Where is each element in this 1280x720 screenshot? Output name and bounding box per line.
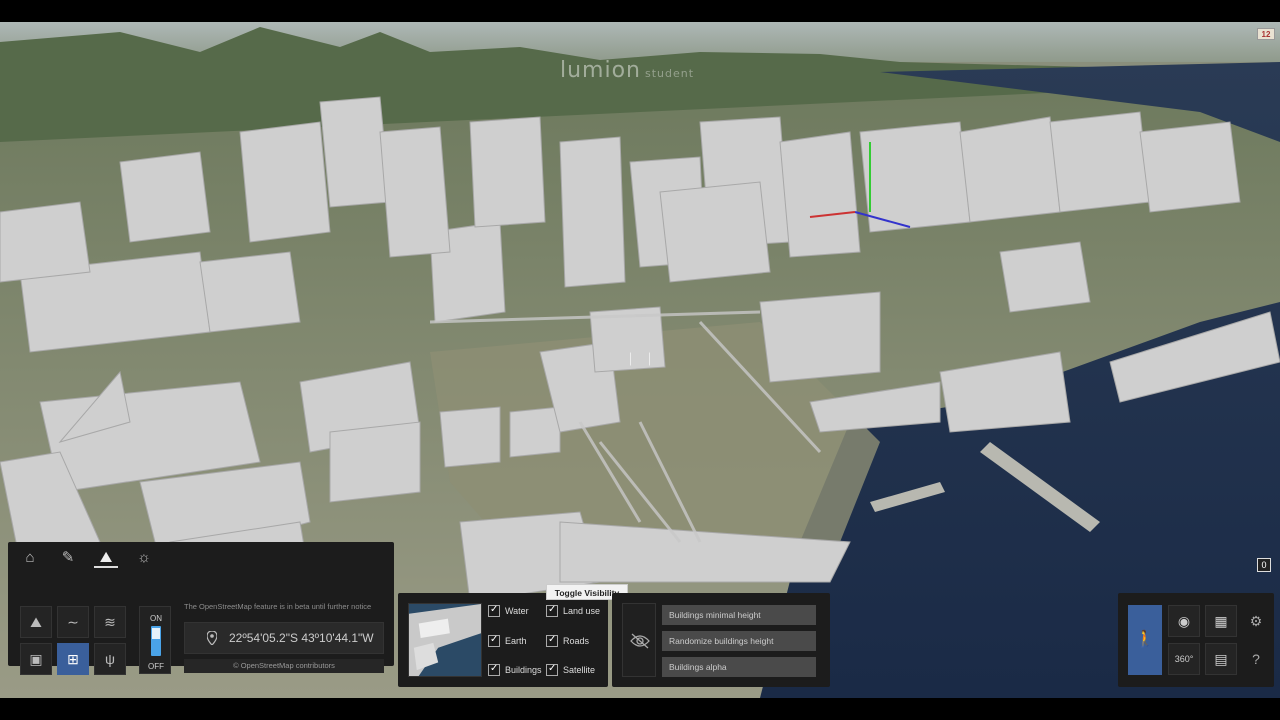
satellite-checkbox[interactable]: Satellite xyxy=(546,663,595,676)
wave-icon[interactable]: ∼ xyxy=(57,606,89,638)
walk-icon[interactable]: 🚶 xyxy=(1128,605,1162,675)
crosshair-icon xyxy=(630,352,650,366)
layers-panel: Water Land use Earth Roads Buildings Sat… xyxy=(398,593,608,687)
map-icon[interactable]: ⊞ xyxy=(57,643,89,675)
waves-icon[interactable]: ≋ xyxy=(94,606,126,638)
sun-cloud-icon[interactable]: ☼ xyxy=(132,548,156,568)
gear-icon[interactable]: ⚙ xyxy=(1246,611,1266,631)
buildings-min-height-button[interactable]: Buildings minimal height xyxy=(662,605,816,625)
osm-credit[interactable]: © OpenStreetMap contributors xyxy=(184,659,384,673)
coordinates-field[interactable]: 22º54'05.2"S 43º10'44.1"W xyxy=(184,622,384,654)
checkbox-box[interactable] xyxy=(488,634,500,647)
checkbox-box[interactable] xyxy=(488,663,500,676)
checkbox-box[interactable] xyxy=(488,604,500,617)
save-icon[interactable]: ▤ xyxy=(1205,643,1237,675)
water-checkbox[interactable]: Water xyxy=(488,604,529,617)
help-icon[interactable]: ? xyxy=(1246,649,1266,669)
buildings-alpha-button[interactable]: Buildings alpha xyxy=(662,657,816,677)
coordinates-text: 22º54'05.2"S 43º10'44.1"W xyxy=(229,631,374,645)
toggle-switch[interactable] xyxy=(151,626,161,656)
checkbox-box[interactable] xyxy=(546,634,558,647)
brush-icon[interactable]: ✎ xyxy=(56,548,80,568)
orbit-360-icon[interactable]: 360° xyxy=(1168,643,1200,675)
mountain-icon[interactable]: ⛰ xyxy=(94,548,118,568)
toggle-on-label: ON xyxy=(150,614,162,623)
landscape-panel: ⌂ ✎ ⛰ ☼ ⛰ ∼ ≋ ▣ ⊞ ψ ON OFF The OpenStree… xyxy=(8,542,394,675)
buildings-settings-panel: Buildings minimal height Randomize build… xyxy=(612,593,830,687)
randomize-height-button[interactable]: Randomize buildings height xyxy=(662,631,816,651)
roads-checkbox[interactable]: Roads xyxy=(546,634,589,647)
fps-badge: 12 xyxy=(1257,28,1275,40)
grass-icon[interactable]: ψ xyxy=(94,643,126,675)
toggle-off-label: OFF xyxy=(148,662,164,671)
film-icon[interactable]: ▦ xyxy=(1205,605,1237,637)
terrain-icon[interactable]: ⛰ xyxy=(20,606,52,638)
lumion-watermark: lumion student xyxy=(560,58,695,83)
house-icon[interactable]: ⌂ xyxy=(18,548,42,568)
camera-icon[interactable]: ◉ xyxy=(1168,605,1200,637)
camera-badge[interactable]: 0 xyxy=(1257,558,1271,572)
buildings-checkbox[interactable]: Buildings xyxy=(488,663,542,676)
location-pin-icon xyxy=(207,631,217,645)
earth-checkbox[interactable]: Earth xyxy=(488,634,527,647)
beta-notice: The OpenStreetMap feature is in beta unt… xyxy=(184,602,372,611)
osm-toggle[interactable]: ON OFF xyxy=(139,606,171,674)
panel-tabs: ⌂ ✎ ⛰ ☼ xyxy=(8,542,168,574)
checkbox-box[interactable] xyxy=(546,663,558,676)
visibility-toggle[interactable] xyxy=(622,603,656,677)
mode-panel: 🚶 ◉ ▦ 360° ▤ ⚙ ? xyxy=(1118,593,1274,687)
paint-roller-icon[interactable]: ▣ xyxy=(20,643,52,675)
eye-slash-icon xyxy=(630,633,650,649)
map-thumbnail xyxy=(408,603,482,677)
land-use-checkbox[interactable]: Land use xyxy=(546,604,600,617)
checkbox-box[interactable] xyxy=(546,604,558,617)
